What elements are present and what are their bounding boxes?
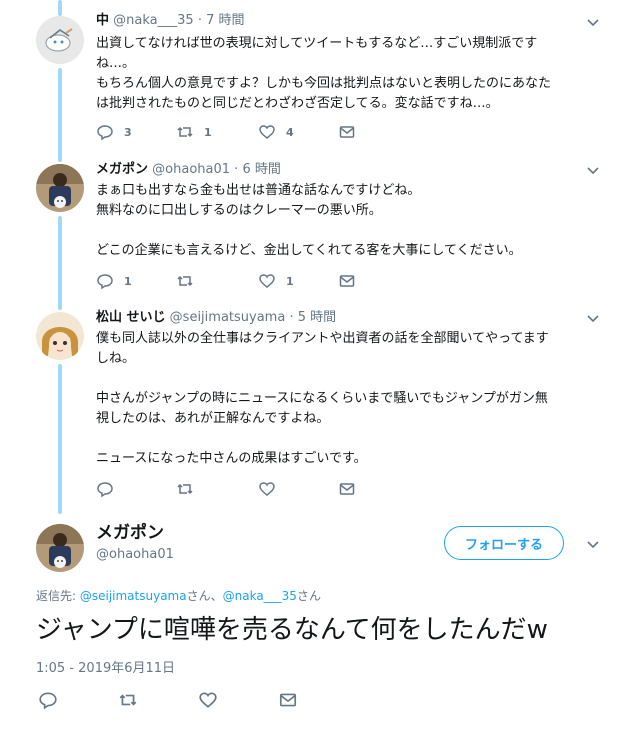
thread-line-3 (58, 364, 62, 514)
avatar[interactable] (36, 524, 84, 572)
reply-prefix: 返信先: (36, 589, 80, 603)
tweet-text: まぁ口も出すなら金も出せは普通な話なんですけどね。 無料なのに口出しするのはクレ… (96, 181, 596, 261)
avatar[interactable] (36, 312, 84, 360)
dm-button[interactable] (278, 690, 298, 710)
dm-button[interactable] (338, 479, 356, 499)
main-author-handle[interactable]: @ohaoha01 (96, 546, 174, 564)
text-line: 中さんがジャンプの時にニュースになるくらいまで騒いでもジャンプがガン無 (96, 391, 548, 406)
reply-button[interactable]: 1 (96, 271, 132, 291)
replying-to: 返信先: @seijimatsuyamaさん、@naka___35さん (36, 588, 321, 604)
text-line: まぁ口も出すなら金も出せは普通な話なんですけどね。 (96, 183, 421, 198)
text-line: 出資してなければ世の表現に対してツイートもするなど…すごい規制派です (96, 36, 538, 51)
reply-icon (96, 480, 114, 498)
tweet-time[interactable]: 5 時間 (298, 310, 336, 325)
text-line: もちろん個人の意見ですよ？しかも今回は批判点はないと表明したのにあなた (96, 76, 552, 91)
follow-button[interactable]: フォローする (444, 526, 564, 560)
text-line: ね…。 (96, 56, 136, 71)
text-line: は批判されたものと同じだとわざわざ否定してる。変な話ですね…。 (96, 96, 499, 111)
text-line: 無料なのに口出しするのはクレーマーの悪い所。 (96, 203, 382, 218)
main-author-name[interactable]: メガポン (96, 522, 164, 544)
retweet-button[interactable] (176, 271, 194, 291)
like-button[interactable]: 4 (258, 122, 294, 142)
retweet-icon (176, 272, 194, 290)
separator-dot: · (234, 162, 239, 177)
reply-button[interactable] (38, 690, 58, 710)
retweet-button[interactable] (176, 479, 194, 499)
main-tweet-text: ジャンプに喧嘩を売るなんて何をしたんだw (36, 615, 548, 645)
tweet-text: 出資してなければ世の表現に対してツイートもするなど…すごい規制派です ね…。 も… (96, 34, 596, 114)
author-handle[interactable]: @seijimatsuyama (170, 310, 286, 325)
envelope-icon (338, 123, 356, 141)
reply-count: 3 (124, 125, 132, 139)
dm-button[interactable] (338, 122, 356, 142)
like-count: 4 (286, 125, 294, 139)
separator-dot: · (197, 13, 202, 28)
heart-icon (258, 272, 276, 290)
text-line: ニュースになった中さんの成果はすごいです。 (96, 451, 367, 466)
reply-button[interactable]: 3 (96, 122, 132, 142)
mention-link[interactable]: @naka___35 (223, 589, 297, 603)
envelope-icon (338, 272, 356, 290)
like-button[interactable]: 1 (258, 271, 294, 291)
like-count: 1 (286, 274, 294, 288)
heart-icon (258, 480, 276, 498)
honorific: さん、 (186, 589, 223, 603)
separator-dot: · (289, 310, 294, 325)
author-handle[interactable]: @naka___35 (113, 13, 194, 28)
envelope-icon (278, 690, 298, 710)
text-line: 僕も同人誌以外の全仕事はクライアントや出資者の話を全部聞いてやってます (96, 331, 549, 346)
dm-button[interactable] (338, 271, 356, 291)
chevron-down-icon[interactable] (585, 14, 601, 30)
chevron-down-icon[interactable] (585, 310, 601, 326)
author-name[interactable]: メガポン (96, 162, 148, 177)
retweet-button[interactable]: 1 (176, 122, 212, 142)
like-button[interactable] (198, 690, 218, 710)
reply-icon (96, 123, 114, 141)
retweet-icon (176, 480, 194, 498)
text-line: どこの企業にも言えるけど、金出してくれてる客を大事にしてください。 (96, 243, 522, 258)
chevron-down-icon[interactable] (585, 162, 601, 178)
chevron-down-icon[interactable] (585, 536, 601, 552)
honorific: さん (296, 589, 321, 603)
like-button[interactable] (258, 479, 276, 499)
author-name[interactable]: 中 (96, 13, 109, 28)
thread-line-top (58, 0, 62, 16)
reply-icon (38, 690, 58, 710)
text-line: 視したのは、あれが正解なんですよね。 (96, 411, 330, 426)
tweet-text: 僕も同人誌以外の全仕事はクライアントや出資者の話を全部聞いてやってます しね。 … (96, 329, 596, 469)
reply-count: 1 (124, 274, 132, 288)
author-handle[interactable]: @ohaoha01 (152, 162, 230, 177)
retweet-count: 1 (204, 125, 212, 139)
retweet-icon (118, 690, 138, 710)
envelope-icon (338, 480, 356, 498)
thread-line-1 (58, 68, 62, 162)
retweet-icon (176, 123, 194, 141)
tweet-time[interactable]: 7 時間 (206, 13, 244, 28)
heart-icon (258, 123, 276, 141)
mention-link[interactable]: @seijimatsuyama (80, 589, 187, 603)
tweet-time[interactable]: 6 時間 (242, 162, 280, 177)
retweet-button[interactable] (118, 690, 138, 710)
thread-line-2 (58, 216, 62, 310)
text-line: しね。 (96, 351, 136, 366)
reply-icon (96, 272, 114, 290)
avatar[interactable] (36, 16, 84, 64)
main-timestamp[interactable]: 1:05 - 2019年6月11日 (36, 660, 175, 678)
author-name[interactable]: 松山 せいじ (96, 310, 166, 325)
heart-icon (198, 690, 218, 710)
reply-button[interactable] (96, 479, 114, 499)
avatar[interactable] (36, 164, 84, 212)
